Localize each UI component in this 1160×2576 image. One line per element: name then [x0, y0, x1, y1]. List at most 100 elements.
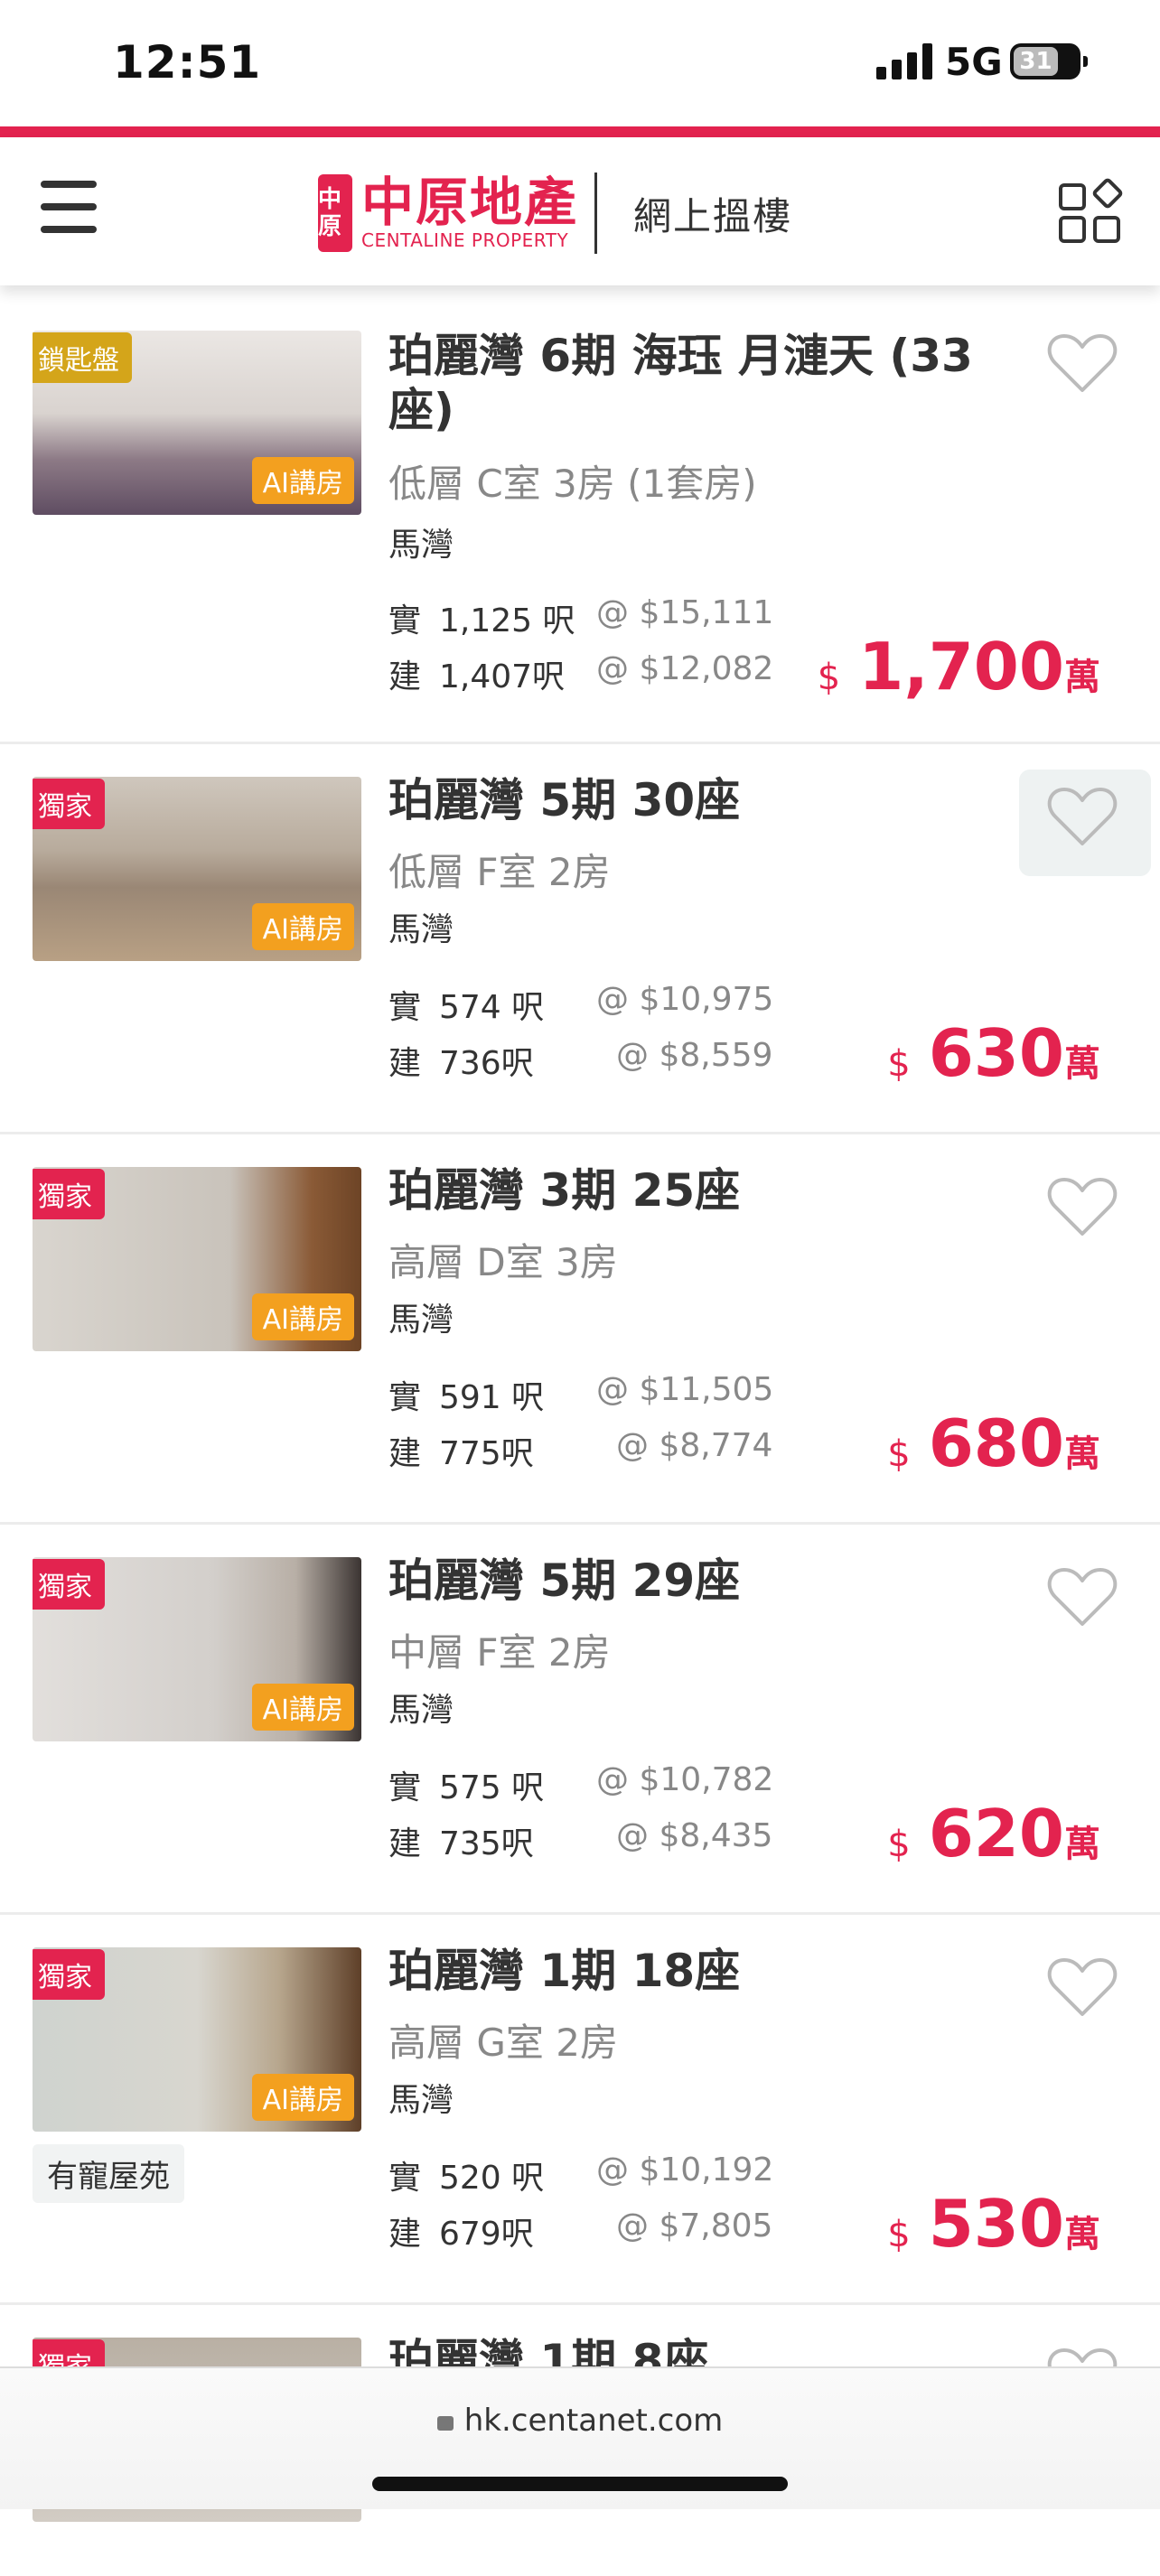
saleable-area: 520 呎	[439, 2160, 545, 2197]
listing-subtitle: 中層 F室 2房	[388, 1630, 611, 1675]
brand-strip	[0, 126, 1160, 137]
status-time: 12:51	[113, 36, 262, 89]
listing-district: 馬灣	[388, 1692, 454, 1729]
saleable-row: 實 520 呎 @ $10,192	[388, 2151, 773, 2198]
listing-title[interactable]: 珀麗灣 1期 18座	[388, 1944, 1003, 1998]
saleable-area: 575 呎	[439, 1769, 545, 1806]
price-symbol: $	[887, 1433, 911, 1475]
saleable-psf: @ $10,192	[596, 2151, 774, 2189]
listing-card[interactable]: 鎖匙盤 AI講房 珀麗灣 6期 海珏 月漣天 (33座) 低層 C室 3房 (1…	[0, 285, 1160, 744]
listing-district: 馬灣	[388, 911, 454, 948]
gross-psf: @ $8,559	[616, 1037, 773, 1074]
saleable-label: 實	[388, 602, 422, 639]
top-nav: 中原 中原地產 CENTALINE PROPERTY 網上搵樓	[0, 137, 1160, 285]
ai-tour-badge[interactable]: AI講房	[251, 457, 354, 504]
address-bar[interactable]: hk.centanet.com	[0, 2403, 1160, 2439]
saleable-area: 1,125 呎	[439, 602, 575, 639]
section-title: 網上搵樓	[633, 193, 793, 238]
centaline-logo[interactable]: 中原 中原地產 CENTALINE PROPERTY 網上搵樓	[318, 172, 792, 255]
price-value: 1,700	[858, 629, 1064, 705]
gross-area: 775呎	[439, 1435, 534, 1472]
listing-subtitle: 低層 C室 3房 (1套房)	[388, 462, 757, 506]
price-value: 620	[928, 1796, 1064, 1871]
exclusive-badge: 獨家	[33, 1169, 105, 1219]
listing-photo[interactable]: 鎖匙盤 AI講房	[33, 331, 361, 515]
listing-card[interactable]: 獨家 AI講房 有寵屋苑 珀麗灣 1期 18座 高層 G室 2房 馬灣 實 52…	[0, 1915, 1160, 2305]
listing-photo[interactable]: 獨家 AI講房	[33, 1167, 361, 1351]
listing-photo[interactable]: 獨家 AI講房	[33, 1947, 361, 2132]
saleable-label: 實	[388, 989, 422, 1026]
listing-title[interactable]: 珀麗灣 6期 海珏 月漣天 (33座)	[388, 329, 1003, 437]
saleable-psf: @ $10,975	[596, 981, 774, 1018]
browser-bottom-bar: hk.centanet.com	[0, 2366, 1160, 2509]
listing-price: $530萬	[887, 2186, 1100, 2262]
price-unit: 萬	[1064, 1824, 1100, 1865]
listing-photo[interactable]: 獨家 AI講房	[33, 1557, 361, 1741]
gross-area: 736呎	[439, 1045, 534, 1082]
price-unit: 萬	[1064, 2214, 1100, 2255]
gross-area: 735呎	[439, 1825, 534, 1862]
listing-card[interactable]: 獨家 AI講房 珀麗灣 5期 29座 中層 F室 2房 馬灣 實 575 呎 @…	[0, 1525, 1160, 1915]
logo-divider	[594, 173, 598, 254]
listing-title[interactable]: 珀麗灣 5期 29座	[388, 1554, 1003, 1608]
saleable-row: 實 591 呎 @ $11,505	[388, 1371, 773, 1418]
gross-psf: @ $8,435	[616, 1817, 773, 1854]
price-value: 530	[928, 2186, 1064, 2262]
listing-subtitle: 高層 D室 3房	[388, 1240, 618, 1284]
signal-icon	[876, 43, 934, 79]
listing-price: $1,700萬	[818, 629, 1100, 705]
saleable-area: 574 呎	[439, 989, 545, 1026]
listing-price: $620萬	[887, 1796, 1100, 1871]
saleable-label: 實	[388, 1769, 422, 1806]
gross-row: 建 735呎 @ $8,435	[388, 1817, 772, 1864]
favorite-heart-icon[interactable]	[1046, 1174, 1118, 1239]
home-indicator[interactable]	[372, 2477, 788, 2491]
ai-tour-badge[interactable]: AI講房	[251, 1684, 354, 1731]
favorite-heart-icon[interactable]	[1046, 331, 1118, 396]
listing-subtitle: 低層 F室 2房	[388, 850, 611, 894]
price-value: 630	[928, 1015, 1064, 1091]
ai-tour-badge[interactable]: AI講房	[251, 903, 354, 950]
gross-psf: @ $12,082	[596, 650, 774, 687]
saleable-psf: @ $11,505	[596, 1371, 774, 1408]
gross-label: 建	[388, 1045, 422, 1082]
exclusive-badge: 獨家	[33, 1949, 105, 2000]
favorite-heart-icon[interactable]	[1046, 784, 1118, 849]
ai-tour-badge[interactable]: AI講房	[251, 2074, 354, 2121]
lock-icon	[436, 2416, 454, 2431]
exclusive-badge: 獨家	[33, 779, 105, 829]
listing-title[interactable]: 珀麗灣 3期 25座	[388, 1163, 1003, 1218]
price-symbol: $	[817, 657, 841, 698]
favorite-heart-icon[interactable]	[1046, 1564, 1118, 1629]
network-type: 5G	[945, 40, 1003, 84]
listing-district: 馬灣	[388, 2082, 454, 2119]
saleable-area: 591 呎	[439, 1379, 545, 1416]
gross-row: 建 679呎 @ $7,805	[388, 2207, 772, 2254]
saleable-row: 實 1,125 呎 @ $15,111	[388, 594, 773, 641]
gross-psf: @ $8,774	[616, 1427, 773, 1464]
gross-area: 679呎	[439, 2216, 534, 2253]
hamburger-menu-icon[interactable]	[41, 181, 97, 233]
logo-english: CENTALINE PROPERTY	[361, 229, 569, 251]
saleable-psf: @ $10,782	[596, 1761, 774, 1798]
apps-grid-icon[interactable]	[1057, 178, 1126, 247]
listing-price: $630萬	[887, 1015, 1100, 1091]
ai-tour-badge[interactable]: AI講房	[251, 1293, 354, 1340]
price-value: 680	[928, 1405, 1064, 1481]
gross-label: 建	[388, 1435, 422, 1472]
listing-title[interactable]: 珀麗灣 5期 30座	[388, 773, 1003, 827]
price-unit: 萬	[1064, 657, 1100, 698]
listing-card[interactable]: 獨家 AI講房 珀麗灣 3期 25座 高層 D室 3房 馬灣 實 591 呎 @…	[0, 1134, 1160, 1525]
listing-card[interactable]: 獨家 AI講房 珀麗灣 5期 30座 低層 F室 2房 馬灣 實 574 呎 @…	[0, 744, 1160, 1134]
saleable-row: 實 574 呎 @ $10,975	[388, 981, 773, 1028]
favorite-heart-icon[interactable]	[1046, 1955, 1118, 2020]
listing-photo[interactable]: 獨家 AI講房	[33, 777, 361, 961]
url-text: hk.centanet.com	[463, 2403, 724, 2439]
listing-district: 馬灣	[388, 527, 454, 564]
price-symbol: $	[887, 2214, 911, 2255]
saleable-label: 實	[388, 1379, 422, 1416]
price-symbol: $	[887, 1824, 911, 1865]
exclusive-badge: 獨家	[33, 1559, 105, 1610]
battery-level: 31	[1014, 47, 1058, 76]
gross-row: 建 736呎 @ $8,559	[388, 1037, 772, 1084]
